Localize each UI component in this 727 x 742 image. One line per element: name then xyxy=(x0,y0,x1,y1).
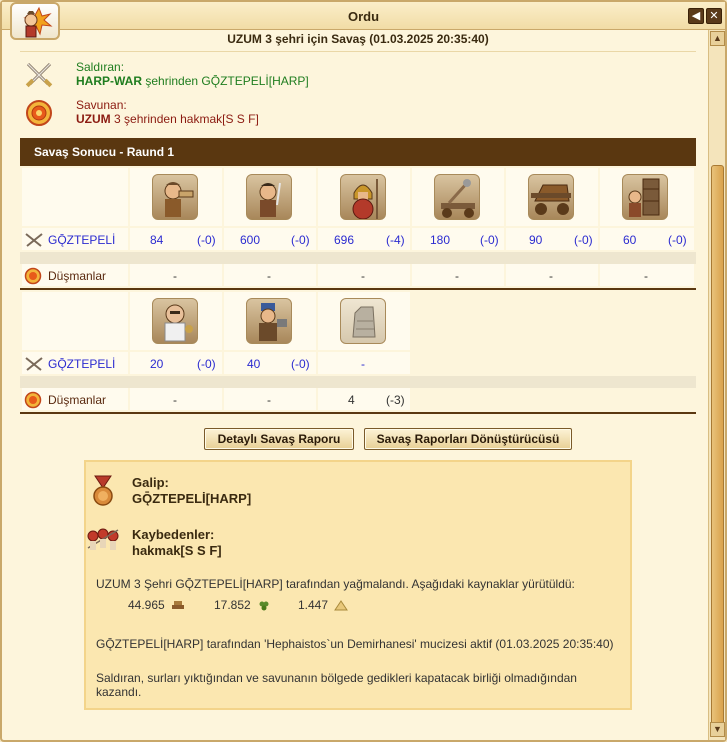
unit-count: 90 xyxy=(529,233,543,247)
enemies-label: Düşmanlar xyxy=(48,393,107,407)
siege-tower-icon[interactable] xyxy=(622,174,668,220)
resource-amount: 1.447 xyxy=(298,598,329,612)
enemy-count: - xyxy=(644,269,648,283)
enemy-loss: (-3) xyxy=(386,393,405,407)
report-converter-button[interactable]: Savaş Raporları Dönüştürücüsü xyxy=(364,428,572,450)
grapes-icon xyxy=(259,601,269,611)
defender-role-label: Savunan: xyxy=(76,98,127,112)
unit-count: 84 xyxy=(150,233,164,247)
hoplite-icon[interactable] xyxy=(340,174,386,220)
unit-loss: (-0) xyxy=(197,357,216,371)
unit-loss: (-0) xyxy=(291,233,310,247)
enemy-count: - xyxy=(267,269,271,283)
army-window: Ordu ◀ ✕ UZUM 3 şehri için Savaş (01.03.… xyxy=(0,0,727,742)
losers-name[interactable]: hakmak[S S F] xyxy=(132,543,222,558)
defender-line: UZUM 3 şehrinden hakmak[S S F] xyxy=(76,112,259,126)
attacker-city-link[interactable]: HARP-WAR xyxy=(76,74,142,88)
cook-icon[interactable] xyxy=(152,298,198,344)
unit-count: - xyxy=(361,357,365,371)
unit-loss: (-0) xyxy=(574,233,593,247)
battering-ram-icon[interactable] xyxy=(528,174,574,220)
unit-loss: (-0) xyxy=(291,357,310,371)
unit-count: 20 xyxy=(150,357,164,371)
losers-label: Kaybedenler: xyxy=(132,527,215,542)
wood-icon xyxy=(172,601,185,609)
back-button[interactable]: ◀ xyxy=(688,8,704,24)
enemy-count: - xyxy=(267,393,271,407)
unit-loss: (-0) xyxy=(480,233,499,247)
medal-icon xyxy=(93,475,113,506)
winner-name[interactable]: GǬZTEPELİ[HARP] xyxy=(132,491,251,506)
header-empty-cell xyxy=(22,292,128,350)
resource-wood: 44.965 xyxy=(128,598,185,612)
title-bar: Ordu ◀ ✕ xyxy=(2,2,725,30)
blacksmith-icon[interactable] xyxy=(246,298,292,344)
resource-grapes: 17.852 xyxy=(214,598,271,612)
winner-label: Galip: xyxy=(132,475,169,490)
attacker-player-link[interactable]: GǬZTEPELİ[HARP] xyxy=(201,74,308,88)
battle-subtitle: UZUM 3 şehri için Savaş (01.03.2025 20:3… xyxy=(20,32,696,52)
defender-connector: şehrinden xyxy=(124,112,177,126)
unit-count: 60 xyxy=(623,233,637,247)
own-player-link[interactable]: GǬZTEPELİ xyxy=(48,233,115,247)
shield-icon xyxy=(24,267,42,285)
unit-loss: (-4) xyxy=(386,233,405,247)
losers-icon xyxy=(87,528,119,550)
outcome-text: Saldıran, surları yıktığından ve savunan… xyxy=(96,671,577,699)
scroll-thumb[interactable] xyxy=(711,165,724,730)
group-divider xyxy=(20,288,696,290)
row-separator xyxy=(20,252,696,264)
swordsman-icon[interactable] xyxy=(246,174,292,220)
resource-amount: 44.965 xyxy=(128,598,165,612)
scroll-up-icon[interactable]: ▲ xyxy=(710,31,725,46)
enemy-count: 4 xyxy=(348,393,355,407)
unit-loss: (-0) xyxy=(197,233,216,247)
scroll-down-icon[interactable]: ▼ xyxy=(710,722,725,737)
unit-count: 600 xyxy=(240,233,261,247)
attacker-connector: şehrinden xyxy=(145,74,199,88)
enemies-label: Düşmanlar xyxy=(48,269,107,283)
shield-icon xyxy=(24,391,42,409)
battle-result-header: Savaş Sonucu - Raund 1 xyxy=(20,138,696,166)
unit-count: 180 xyxy=(430,233,451,247)
defender-city-num: 3 xyxy=(114,112,121,126)
crossed-swords-icon xyxy=(25,357,43,371)
own-player-link[interactable]: GǬZTEPELİ xyxy=(48,357,115,371)
stone-icon xyxy=(334,600,349,611)
wall-icon[interactable] xyxy=(340,298,386,344)
attacker-line: HARP-WAR şehrinden GǬZTEPELİ[HARP] xyxy=(76,74,309,88)
catapult-icon[interactable] xyxy=(434,174,480,220)
plunder-text: UZUM 3 Şehri GǬZTEPELİ[HARP] tarafından … xyxy=(96,577,575,591)
close-button[interactable]: ✕ xyxy=(706,8,722,24)
detailed-report-button[interactable]: Detaylı Savaş Raporu xyxy=(204,428,354,450)
enemy-count: - xyxy=(455,269,459,283)
header-empty-cell xyxy=(22,168,128,226)
battle-result-panel: Galip: GǬZTEPELİ[HARP] Kaybedenler: hakm… xyxy=(84,460,632,710)
enemy-count: - xyxy=(173,393,177,407)
army-app-icon xyxy=(10,2,60,40)
slinger-icon[interactable] xyxy=(152,174,198,220)
window-title: Ordu xyxy=(347,9,380,24)
wonder-text: GǬZTEPELİ[HARP] tarafından 'Hephaistos`u… xyxy=(96,637,614,651)
enemy-count: - xyxy=(549,269,553,283)
unit-count: 40 xyxy=(247,357,261,371)
defender-city-link[interactable]: UZUM 3 xyxy=(76,112,121,126)
attacker-role-label: Saldıran: xyxy=(76,60,125,74)
enemy-count: - xyxy=(173,269,177,283)
enemy-count: - xyxy=(361,269,365,283)
group-divider xyxy=(20,412,696,414)
vertical-scrollbar[interactable]: ▲ ▼ xyxy=(708,30,725,740)
unit-count: 696 xyxy=(334,233,355,247)
resource-stone: 1.447 xyxy=(298,598,349,612)
defender-player-link[interactable]: hakmak[S S F] xyxy=(180,112,259,126)
resource-amount: 17.852 xyxy=(214,598,251,612)
crossed-swords-icon xyxy=(25,62,53,88)
row-separator xyxy=(20,376,696,388)
shield-icon xyxy=(26,100,52,126)
crossed-swords-icon xyxy=(25,233,43,247)
unit-loss: (-0) xyxy=(668,233,687,247)
defender-city-name: UZUM xyxy=(76,112,111,126)
